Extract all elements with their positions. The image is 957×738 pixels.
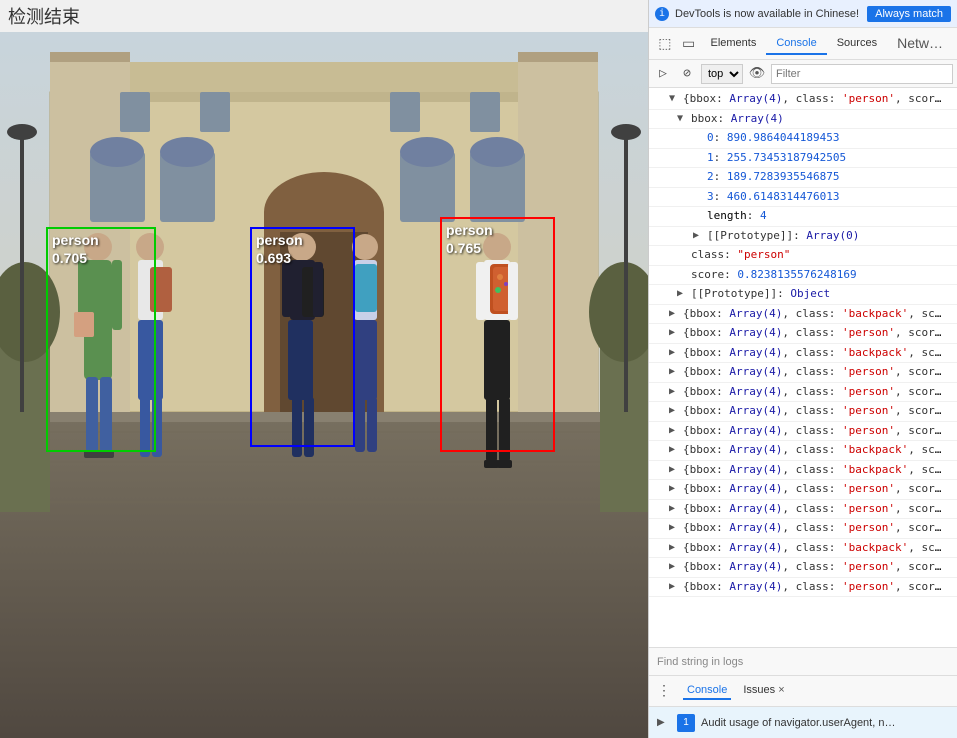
devtools-notification: i DevTools is now available in Chinese! …: [649, 0, 957, 28]
audit-icon: 1: [677, 714, 695, 732]
play-icon[interactable]: ▷: [653, 64, 673, 84]
console-entry-person7[interactable]: {bbox: Array(4), class: 'person', score:…: [649, 480, 957, 500]
eye-icon[interactable]: 👁: [747, 64, 767, 84]
console-entry-backpack1[interactable]: {bbox: Array(4), class: 'backpack', scor…: [649, 305, 957, 325]
find-string-text: Find string in logs: [657, 656, 743, 668]
console-entry-proto-obj[interactable]: [[Prototype]]: Object: [649, 285, 957, 305]
expand-arrow[interactable]: [669, 423, 679, 438]
audit-text: Audit usage of navigator.userAgent, n…: [701, 717, 895, 729]
console-entry-person9[interactable]: {bbox: Array(4), class: 'person', score:…: [649, 519, 957, 539]
ban-icon[interactable]: ⊘: [677, 64, 697, 84]
console-entry-3[interactable]: 3: 460.6148314476013: [649, 188, 957, 208]
detection-label-3: person 0.765: [442, 219, 497, 259]
filter-input[interactable]: [771, 64, 953, 84]
audit-bar: 1 Audit usage of navigator.userAgent, n…: [649, 706, 957, 738]
console-entry-backpack2[interactable]: {bbox: Array(4), class: 'backpack', scor…: [649, 344, 957, 364]
console-entry-person2[interactable]: {bbox: Array(4), class: 'person', score:…: [649, 324, 957, 344]
info-icon: i: [655, 7, 669, 21]
devtools-toolbar: ▷ ⊘ top 👁: [649, 60, 957, 88]
devtools-tabs: ⬚ ▭ Elements Console Sources Netw…: [649, 28, 957, 60]
console-entry-person8[interactable]: {bbox: Array(4), class: 'person', score:…: [649, 500, 957, 520]
detection-box-1: person 0.705: [46, 227, 156, 452]
expand-arrow[interactable]: [669, 91, 679, 106]
bottom-tabs: ⋮ Console Issues ×: [649, 676, 957, 706]
devtools-panel: i DevTools is now available in Chinese! …: [648, 0, 957, 738]
issues-tab-close[interactable]: ×: [778, 684, 784, 696]
expand-arrow[interactable]: [677, 286, 687, 301]
tab-elements[interactable]: Elements: [701, 33, 767, 55]
tab-sources[interactable]: Sources: [827, 33, 887, 55]
expand-arrow[interactable]: [669, 579, 679, 594]
tab-console[interactable]: Console: [766, 33, 826, 55]
left-panel: 检测结束: [0, 0, 648, 738]
expand-arrow[interactable]: [669, 306, 679, 321]
console-entry-0[interactable]: 0: 890.9864044189453: [649, 129, 957, 149]
expand-arrow[interactable]: [669, 442, 679, 457]
console-entry-backpack4[interactable]: {bbox: Array(4), class: 'backpack', scor…: [649, 461, 957, 481]
console-entry-backpack3[interactable]: {bbox: Array(4), class: 'backpack', scor…: [649, 441, 957, 461]
expand-arrow[interactable]: [669, 540, 679, 555]
detection-label-1: person 0.705: [48, 229, 103, 269]
console-content[interactable]: {bbox: Array(4), class: 'person', score:…: [649, 88, 957, 647]
console-entry-1[interactable]: 1: 255.73453187942505: [649, 149, 957, 169]
expand-arrow[interactable]: [669, 520, 679, 535]
context-select[interactable]: top: [701, 64, 743, 84]
dots-menu-icon[interactable]: ⋮: [657, 683, 671, 699]
detection-box-3: person 0.765: [440, 217, 555, 452]
console-entry-proto-array[interactable]: [[Prototype]]: Array(0): [649, 227, 957, 247]
console-entry-person6[interactable]: {bbox: Array(4), class: 'person', score:…: [649, 422, 957, 442]
expand-arrow[interactable]: [669, 345, 679, 360]
console-entry-person10[interactable]: {bbox: Array(4), class: 'person', score:…: [649, 558, 957, 578]
console-entry-backpack5[interactable]: {bbox: Array(4), class: 'backpack', scor…: [649, 539, 957, 559]
devtools-bottom: Find string in logs ⋮ Console Issues × 1…: [649, 647, 957, 738]
detection-box-2: person 0.693: [250, 227, 355, 447]
console-entry-class[interactable]: class: "person": [649, 246, 957, 266]
audit-expand[interactable]: [657, 717, 667, 728]
console-entry-person3[interactable]: {bbox: Array(4), class: 'person', score:…: [649, 363, 957, 383]
detection-label-2: person 0.693: [252, 229, 307, 269]
page-title: 检测结束: [0, 0, 648, 32]
tab-network[interactable]: Netw…: [887, 31, 953, 57]
console-entry-2[interactable]: 2: 189.7283935546875: [649, 168, 957, 188]
console-entry-length[interactable]: length: 4: [649, 207, 957, 227]
console-entry-obj-open[interactable]: {bbox: Array(4), class: 'person', score:…: [649, 90, 957, 110]
title-text: 检测结束: [8, 3, 80, 29]
inspect-icon[interactable]: ⬚: [653, 32, 677, 56]
expand-arrow[interactable]: [669, 559, 679, 574]
console-entry-score[interactable]: score: 0.8238135576248169: [649, 266, 957, 286]
expand-arrow[interactable]: [693, 228, 703, 243]
console-entry-bbox[interactable]: bbox: Array(4): [649, 110, 957, 130]
console-entry-person11[interactable]: {bbox: Array(4), class: 'person', score:…: [649, 578, 957, 598]
image-container: person 0.705 person 0.693 person 0.765: [0, 32, 648, 738]
device-icon[interactable]: ▭: [677, 32, 701, 56]
console-entry-person4[interactable]: {bbox: Array(4), class: 'person', score:…: [649, 383, 957, 403]
console-entry-person5[interactable]: {bbox: Array(4), class: 'person', score:…: [649, 402, 957, 422]
find-string-bar: Find string in logs: [649, 648, 957, 676]
expand-arrow[interactable]: [669, 403, 679, 418]
expand-arrow[interactable]: [669, 325, 679, 340]
notification-text: DevTools is now available in Chinese!: [675, 8, 861, 20]
expand-arrow[interactable]: [669, 364, 679, 379]
bottom-tab-console[interactable]: Console: [683, 682, 731, 700]
expand-arrow[interactable]: [669, 481, 679, 496]
expand-arrow[interactable]: [669, 384, 679, 399]
always-match-button[interactable]: Always match: [867, 6, 951, 22]
expand-arrow[interactable]: [677, 111, 687, 126]
bottom-tab-issues[interactable]: Issues ×: [739, 682, 788, 700]
expand-arrow[interactable]: [669, 501, 679, 516]
expand-arrow[interactable]: [669, 462, 679, 477]
